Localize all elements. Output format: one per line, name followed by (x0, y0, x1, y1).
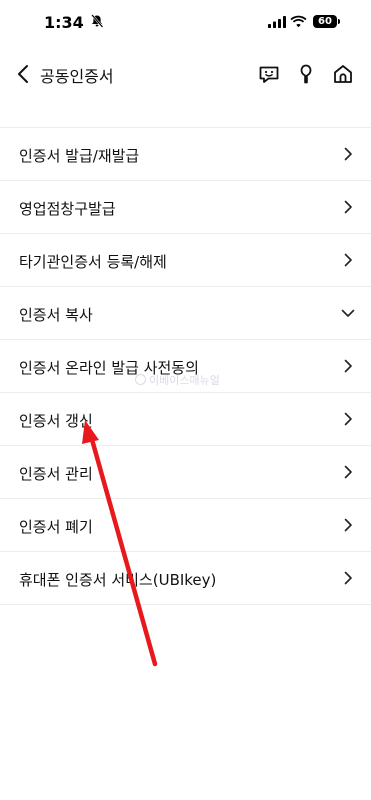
menu-item-label: 휴대폰 인증서 서비스(UBIkey) (19, 571, 217, 589)
chevron-right-icon (344, 465, 352, 479)
menu-item-label: 인증서 발급/재발급 (19, 147, 140, 165)
chevron-right-icon (344, 253, 352, 267)
chevron-right-icon (344, 200, 352, 214)
chatbot-icon[interactable] (257, 62, 281, 86)
menu-item-branch-issue[interactable]: 영업점창구발급 (0, 181, 371, 234)
menu-item-issue-reissue[interactable]: 인증서 발급/재발급 (0, 128, 371, 181)
chevron-right-icon (344, 412, 352, 426)
menu-item-renew[interactable]: 인증서 갱신 (0, 393, 371, 446)
status-bar: 1:34 60 (0, 0, 371, 46)
menu-item-ubikey[interactable]: 휴대폰 인증서 서비스(UBIkey) (0, 552, 371, 605)
menu-item-manage[interactable]: 인증서 관리 (0, 446, 371, 499)
menu-item-label: 인증서 폐기 (19, 518, 93, 536)
back-arrow-icon[interactable] (14, 63, 34, 85)
chevron-right-icon (344, 147, 352, 161)
wifi-icon (290, 15, 307, 28)
bell-slash-icon (91, 14, 104, 28)
watermark-logo-icon (135, 374, 146, 385)
chevron-down-icon (341, 309, 355, 317)
app-header: 공동인증서 (0, 50, 371, 98)
watermark: 이베이스매뉴얼 (135, 372, 220, 388)
menu-item-label: 인증서 갱신 (19, 412, 93, 430)
chevron-right-icon (344, 359, 352, 373)
battery-indicator: 60 (313, 15, 340, 28)
menu-item-label: 인증서 관리 (19, 465, 93, 483)
page-title: 공동인증서 (40, 67, 114, 86)
watermark-text: 이베이스매뉴얼 (149, 374, 220, 387)
chevron-right-icon (344, 518, 352, 532)
menu-item-label: 영업점창구발급 (19, 200, 116, 218)
cellular-signal-icon (268, 16, 286, 28)
chevron-right-icon (344, 571, 352, 585)
menu-item-revoke[interactable]: 인증서 폐기 (0, 499, 371, 552)
menu-item-label: 타기관인증서 등록/해제 (19, 253, 167, 271)
menu-item-label: 인증서 복사 (19, 306, 93, 324)
home-icon[interactable] (331, 62, 355, 86)
certificate-menu-list: 인증서 발급/재발급 영업점창구발급 타기관인증서 등록/해제 인증서 복사 인… (0, 127, 371, 605)
menu-item-other-institution[interactable]: 타기관인증서 등록/해제 (0, 234, 371, 287)
location-pin-icon[interactable] (294, 62, 318, 86)
menu-item-copy[interactable]: 인증서 복사 (0, 287, 371, 340)
status-time: 1:34 (44, 13, 84, 32)
